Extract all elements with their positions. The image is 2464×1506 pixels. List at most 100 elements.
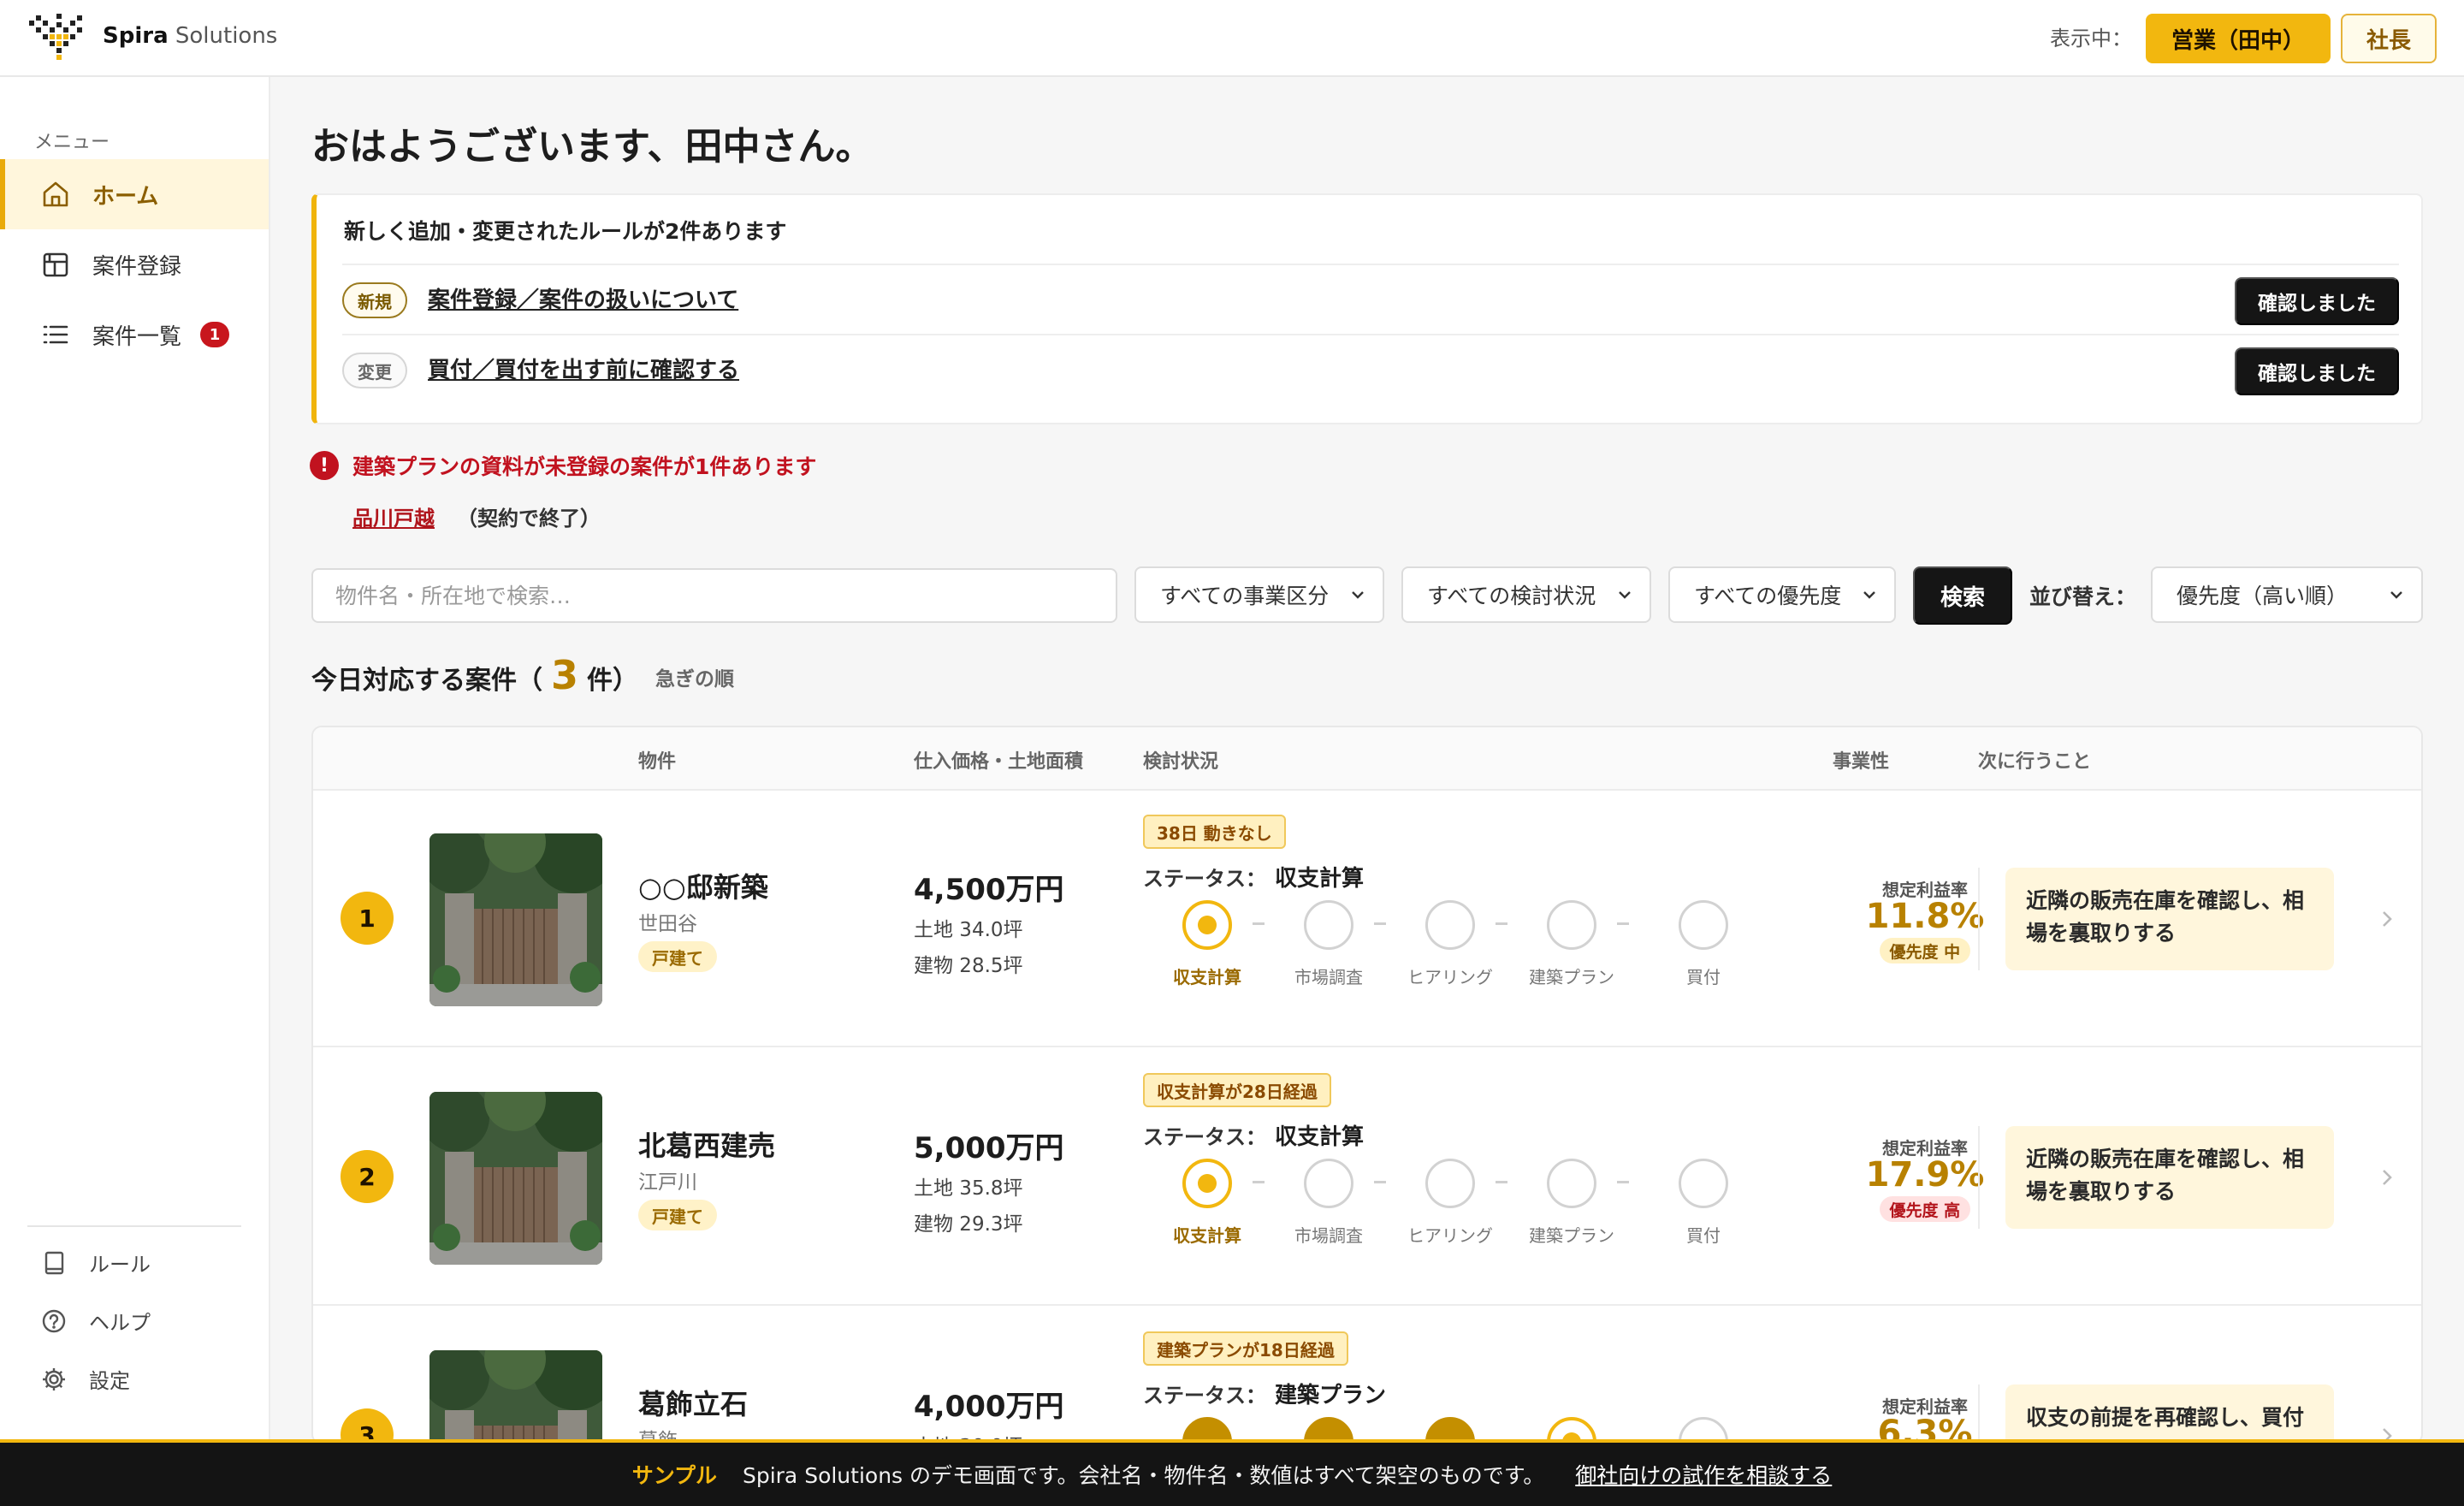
property-name[interactable]: ○○邸新築 xyxy=(638,866,768,905)
column-header-next: 次に行うこと xyxy=(1978,751,2092,773)
select-value: 優先度（高い順） xyxy=(2177,584,2348,608)
sidebar-link-settings[interactable]: 設定 xyxy=(41,1364,130,1394)
app-header: Spira Solutions 表示中： 営業（田中） 社長 xyxy=(0,0,2464,77)
menu-title: メニュー xyxy=(34,132,110,153)
progress-step xyxy=(1182,900,1232,950)
status-line: ステータス： 建築プラン xyxy=(1143,1378,1386,1409)
progress-step-label: 建築プラン xyxy=(1529,967,1614,987)
property-thumbnail xyxy=(429,1092,602,1265)
spira-logo-icon[interactable] xyxy=(27,12,86,63)
property-type-badge: 戸建て xyxy=(638,1200,717,1230)
chevron-down-icon xyxy=(1619,591,1631,599)
profit-rate-value: 11.8% xyxy=(1865,897,1985,936)
sidebar-link-label: ルール xyxy=(89,1253,151,1277)
property-photo xyxy=(429,833,602,1006)
property-name[interactable]: 北葛西建売 xyxy=(638,1124,775,1164)
role-sales-button[interactable]: 営業（田中） xyxy=(2146,14,2331,63)
property-sizes: 土地 35.8坪 建物 29.3坪 xyxy=(914,1171,1023,1242)
priority-filter-select[interactable]: すべての優先度 xyxy=(1668,566,1896,623)
page-greeting: おはようございます、田中さん。 xyxy=(311,125,874,169)
sort-select[interactable]: 優先度（高い順） xyxy=(2151,566,2423,623)
progress-step-label: 買付 xyxy=(1686,967,1721,987)
property-name[interactable]: 葛飾立石 xyxy=(638,1383,748,1422)
sidebar-link-rules[interactable]: ルール xyxy=(41,1248,151,1278)
progress-step-label: 買付 xyxy=(1686,1225,1721,1246)
purchase-price: 4,000万円 xyxy=(914,1390,1064,1424)
list-count-badge: 1 xyxy=(200,322,230,347)
progress-step xyxy=(1425,1159,1475,1208)
column-header-property: 物件 xyxy=(638,751,677,773)
status-filter-select[interactable]: すべての検討状況 xyxy=(1401,566,1651,623)
priority-badge: 優先度 高 xyxy=(1879,1196,1971,1222)
alert-property-link[interactable]: 品川戸越 xyxy=(352,501,435,531)
progress-step-label: 収支計算 xyxy=(1173,967,1241,987)
progress-connector xyxy=(1374,1181,1386,1183)
next-action-box[interactable]: 近隣の販売在庫を確認し、相場を裏取りする xyxy=(2005,1126,2334,1229)
acknowledge-button[interactable]: 確認しました xyxy=(2235,347,2399,395)
progress-step-label: ヒアリング xyxy=(1407,967,1493,987)
stale-warning-badge: 建築プランが18日経過 xyxy=(1143,1331,1348,1366)
progress-connector xyxy=(1617,1181,1629,1183)
property-area: 江戸川 xyxy=(638,1171,697,1194)
table-row[interactable]: 1 ○○邸新築 世田谷 戸建て 4,500万円 土地 34.0坪 建物 28.5坪 38日 … xyxy=(313,791,2421,1047)
status-label: ステータス： xyxy=(1143,1384,1266,1408)
rule-item: 変更 買付／買付を出す前に確認する 確認しました xyxy=(342,334,2399,404)
rules-update-card: 新しく追加・変更されたルールが2件あります 新規 案件登録／案件の扱いについて … xyxy=(311,193,2423,424)
progress-step xyxy=(1304,1159,1353,1208)
table-row[interactable]: 2 北葛西建売 江戸川 戸建て 5,000万円 土地 35.8坪 建物 29.3坪 収支計算… xyxy=(313,1049,2421,1306)
table-row[interactable]: 3 葛飾立石葛飾4,000万円土地 30.0坪建築プランが18日経過ステータス：… xyxy=(313,1307,2421,1443)
consult-link[interactable]: 御社向けの試作を相談する xyxy=(1575,1459,1832,1490)
land-size: 土地 35.8坪 xyxy=(914,1177,1023,1200)
property-area: 世田谷 xyxy=(638,913,697,935)
property-type-badge: 戸建て xyxy=(638,941,717,972)
today-order-label: 急ぎの順 xyxy=(655,668,734,691)
progress-connector xyxy=(1253,1181,1265,1183)
cases-table: 物件 仕入価格・土地面積 検討状況 事業性 次に行うこと 1 ○○邸新築世田谷戸… xyxy=(311,726,2423,1444)
sidebar-link-label: ヘルプ xyxy=(89,1311,151,1335)
acknowledge-button[interactable]: 確認しました xyxy=(2235,277,2399,325)
sample-tag: サンプル xyxy=(631,1463,717,1488)
sidebar-divider xyxy=(27,1225,241,1227)
sidebar-link-help[interactable]: ヘルプ xyxy=(41,1306,151,1336)
progress-step xyxy=(1304,900,1353,950)
chevron-down-icon xyxy=(1352,591,1364,599)
viewing-label: 表示中： xyxy=(2050,27,2132,50)
exclamation-icon: ! xyxy=(310,451,339,480)
progress-step xyxy=(1425,900,1475,950)
progress-step xyxy=(1182,1159,1232,1208)
today-title-suffix: 件） xyxy=(587,666,639,696)
chevron-down-icon xyxy=(1863,591,1875,599)
alert-note: （契約で終了） xyxy=(457,507,601,531)
role-ceo-button[interactable]: 社長 xyxy=(2341,14,2437,63)
select-value: すべての検討状況 xyxy=(1427,584,1596,608)
rule-link[interactable]: 案件登録／案件の扱いについて xyxy=(428,284,738,317)
status-line: ステータス： 収支計算 xyxy=(1143,1119,1364,1151)
progress-step-label: 市場調査 xyxy=(1294,1225,1363,1246)
property-sizes: 土地 34.0坪 建物 28.5坪 xyxy=(914,912,1023,984)
home-icon xyxy=(43,181,68,207)
search-button[interactable]: 検索 xyxy=(1913,566,2012,625)
gear-icon xyxy=(43,1367,65,1390)
sidebar-item-register[interactable]: 案件登録 xyxy=(0,229,269,299)
column-divider xyxy=(1978,868,1980,970)
select-value: すべての事業区分 xyxy=(1160,584,1330,608)
purchase-price: 4,500万円 xyxy=(914,873,1064,907)
business-filter-select[interactable]: すべての事業区分 xyxy=(1134,566,1384,623)
next-action-box[interactable]: 収支の前提を再確認し、買付 xyxy=(2005,1384,2334,1443)
profit-rate-value: 17.9% xyxy=(1865,1155,1985,1195)
land-size: 土地 34.0坪 xyxy=(914,919,1023,941)
building-size: 建物 28.5坪 xyxy=(914,955,1023,977)
search-input[interactable] xyxy=(311,568,1117,623)
chevron-right-icon[interactable] xyxy=(2378,909,2396,929)
alert-detail: 品川戸越 （契約で終了） xyxy=(352,501,601,531)
column-divider xyxy=(1978,1126,1980,1229)
column-header-status: 検討状況 xyxy=(1143,751,1219,773)
sidebar-item-home[interactable]: ホーム xyxy=(0,159,269,229)
table-header: 物件 仕入価格・土地面積 検討状況 事業性 次に行うこと xyxy=(313,727,2421,791)
next-action-box[interactable]: 近隣の販売在庫を確認し、相場を裏取りする xyxy=(2005,868,2334,970)
sidebar-item-list[interactable]: 案件一覧 1 xyxy=(0,299,269,370)
rule-link[interactable]: 買付／買付を出す前に確認する xyxy=(428,354,739,387)
book-icon xyxy=(44,1251,64,1274)
chevron-right-icon[interactable] xyxy=(2378,1167,2396,1188)
rank-badge: 1 xyxy=(341,892,394,945)
